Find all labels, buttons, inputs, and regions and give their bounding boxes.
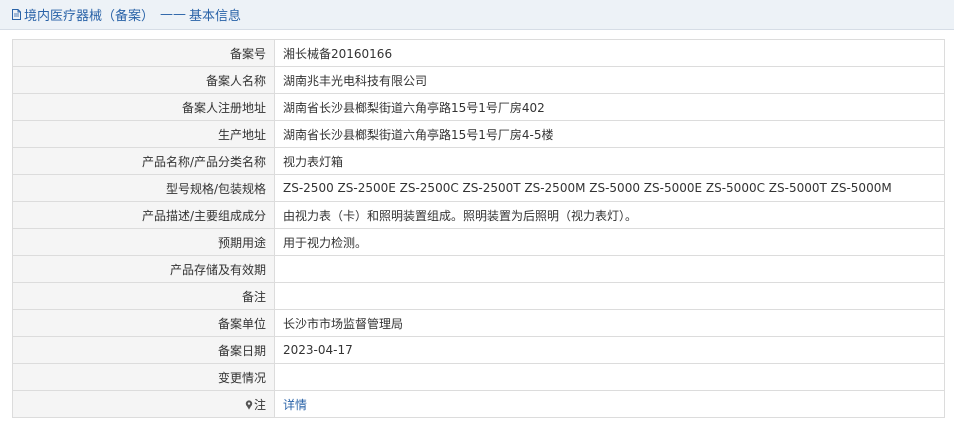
row-value: 湖南兆丰光电科技有限公司 xyxy=(274,66,945,94)
info-row: 备案人名称 湖南兆丰光电科技有限公司 xyxy=(12,66,945,94)
page-header: 境内医疗器械（备案） —— 基本信息 xyxy=(0,0,954,30)
document-icon xyxy=(12,9,21,20)
row-label: 产品存储及有效期 xyxy=(12,255,275,283)
info-row: 型号规格/包装规格 ZS-2500 ZS-2500E ZS-2500C ZS-25… xyxy=(12,174,945,202)
note-row: 注 详情 xyxy=(12,390,945,418)
device-info-table: 备案号 湘长械备20160166 备案人名称 湖南兆丰光电科技有限公司 备案人注册地… xyxy=(12,39,945,418)
row-value: 由视力表（卡）和照明装置组成。照明装置为后照明（视力表灯）。 xyxy=(274,201,945,229)
info-row: 变更情况 xyxy=(12,363,945,391)
row-label: 生产地址 xyxy=(12,120,275,148)
info-row: 备案单位 长沙市市场监督管理局 xyxy=(12,309,945,337)
info-row: 产品存储及有效期 xyxy=(12,255,945,283)
row-value: 视力表灯箱 xyxy=(274,147,945,175)
note-label: 注 xyxy=(253,397,266,412)
details-link[interactable]: 详情 xyxy=(283,398,307,412)
info-row: 备案人注册地址 湖南省长沙县榔梨街道六角亭路15号1号厂房402 xyxy=(12,93,945,121)
info-row: 备案号 湘长械备20160166 xyxy=(12,39,945,67)
note-value-cell: 详情 xyxy=(274,390,945,418)
info-row: 生产地址 湖南省长沙县榔梨街道六角亭路15号1号厂房4-5楼 xyxy=(12,120,945,148)
info-row: 产品描述/主要组成成分 由视力表（卡）和照明装置组成。照明装置为后照明（视力表灯）… xyxy=(12,201,945,229)
row-value: 湖南省长沙县榔梨街道六角亭路15号1号厂房4-5楼 xyxy=(274,120,945,148)
row-value: 用于视力检测。 xyxy=(274,228,945,256)
info-row: 备注 xyxy=(12,282,945,310)
row-label: 备案号 xyxy=(12,39,275,67)
row-label: 型号规格/包装规格 xyxy=(12,174,275,202)
row-label: 产品描述/主要组成成分 xyxy=(12,201,275,229)
row-value xyxy=(274,255,945,283)
note-label-cell: 注 xyxy=(12,390,275,418)
row-label: 备案日期 xyxy=(12,336,275,364)
info-row: 备案日期 2023-04-17 xyxy=(12,336,945,364)
page-title: 境内医疗器械（备案） xyxy=(24,9,155,24)
row-label: 产品名称/产品分类名称 xyxy=(12,147,275,175)
row-value: 湖南省长沙县榔梨街道六角亭路15号1号厂房402 xyxy=(274,93,945,121)
info-row: 预期用途 用于视力检测。 xyxy=(12,228,945,256)
page-subtitle: 基本信息 xyxy=(189,9,242,24)
row-value: 长沙市市场监督管理局 xyxy=(274,309,945,337)
row-label: 备注 xyxy=(12,282,275,310)
row-label: 备案人名称 xyxy=(12,66,275,94)
row-value: 2023-04-17 xyxy=(274,336,945,364)
title-separator: —— xyxy=(160,7,187,22)
row-value xyxy=(274,282,945,310)
row-value xyxy=(274,363,945,391)
pin-icon xyxy=(245,399,253,410)
info-row: 产品名称/产品分类名称 视力表灯箱 xyxy=(12,147,945,175)
row-label: 备案单位 xyxy=(12,309,275,337)
row-value: ZS-2500 ZS-2500E ZS-2500C ZS-2500T ZS-25… xyxy=(274,174,945,202)
row-label: 备案人注册地址 xyxy=(12,93,275,121)
row-value: 湘长械备20160166 xyxy=(274,39,945,67)
row-label: 预期用途 xyxy=(12,228,275,256)
row-label: 变更情况 xyxy=(12,363,275,391)
